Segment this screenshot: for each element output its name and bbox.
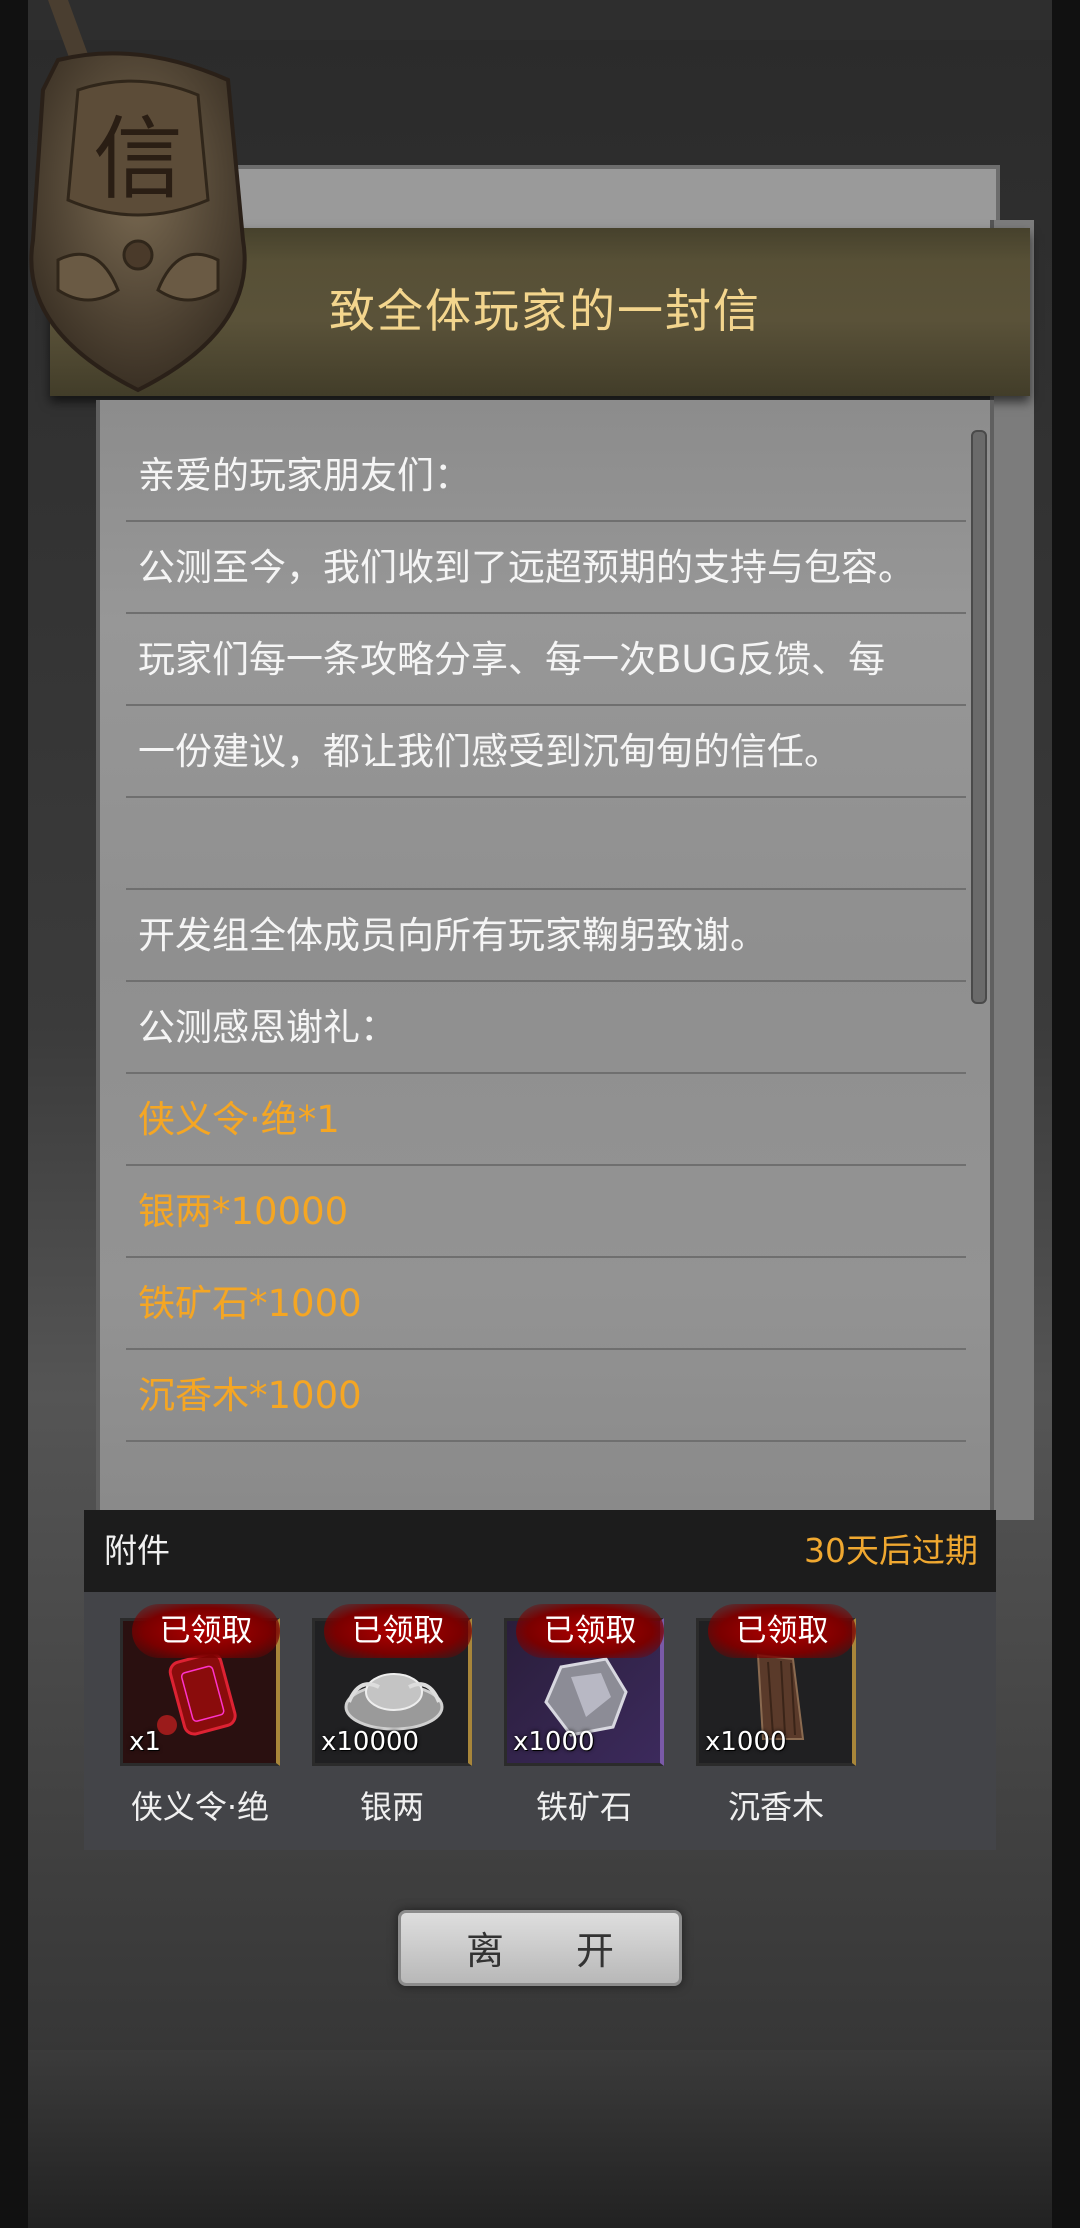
claimed-badge: 已领取 (708, 1604, 856, 1658)
badge-glyph: 信 (93, 107, 183, 212)
paper-back-side (990, 220, 1034, 1520)
paper-back (222, 165, 1000, 233)
letter-line: 公测至今，我们收到了远超预期的支持与包容。 (126, 522, 966, 614)
letter-badge-icon: 信 (29, 0, 247, 393)
reward-line: 侠义令·绝*1 (126, 1074, 966, 1166)
attachments-header: 附件 30天后过期 (84, 1510, 996, 1592)
letter-title: 致全体玩家的一封信 (329, 284, 761, 338)
right-border (1052, 0, 1080, 2228)
attachment-item[interactable]: x1 已领取 侠义令·绝 (120, 1604, 280, 1850)
item-qty: x1 (129, 1727, 161, 1757)
reward-line: 沉香木*1000 (126, 1350, 966, 1442)
claimed-badge: 已领取 (132, 1604, 280, 1658)
item-name: 沉香木 (727, 1788, 824, 1826)
item-name: 银两 (359, 1788, 424, 1826)
letter-line: 一份建议，都让我们感受到沉甸甸的信任。 (126, 706, 966, 798)
attachments-list: x1 已领取 侠义令·绝 x10000 已领取 银两 x1000 已领取 铁矿石… (84, 1592, 996, 1850)
letter-line: 开发组全体成员向所有玩家鞠躬致谢。 (126, 890, 966, 982)
item-qty: x1000 (513, 1727, 595, 1757)
item-name: 铁矿石 (535, 1788, 632, 1826)
mail-screen: 致全体玩家的一封信 信 亲爱的玩家朋友们： 公测至今，我们收到了远超预期的支持与… (0, 0, 1080, 2228)
item-qty: x1000 (705, 1727, 787, 1757)
attachments-expire: 30天后过期 (804, 1531, 978, 1570)
token-icon (157, 1652, 237, 1736)
item-name: 侠义令·绝 (130, 1788, 270, 1826)
bottom-band (28, 2050, 1052, 2228)
item-qty: x10000 (321, 1727, 420, 1757)
letter-line: 亲爱的玩家朋友们： (126, 430, 966, 522)
reward-line: 铁矿石*1000 (126, 1258, 966, 1350)
leave-button[interactable]: 离 开 (398, 1910, 682, 1986)
letter-line: 玩家们每一条攻略分享、每一次BUG反馈、每 (126, 614, 966, 706)
letter-scrollbar[interactable] (971, 430, 987, 1004)
attachment-item[interactable]: x10000 已领取 银两 (312, 1604, 472, 1850)
attachments-label: 附件 (104, 1531, 170, 1570)
attachment-item[interactable]: x1000 已领取 沉香木 (696, 1604, 856, 1850)
letter-line: 公测感恩谢礼： (126, 982, 966, 1074)
claimed-badge: 已领取 (516, 1604, 664, 1658)
claimed-badge: 已领取 (324, 1604, 472, 1658)
letter-line (126, 798, 966, 890)
attachment-item[interactable]: x1000 已领取 铁矿石 (504, 1604, 664, 1850)
reward-line: 银两*10000 (126, 1166, 966, 1258)
